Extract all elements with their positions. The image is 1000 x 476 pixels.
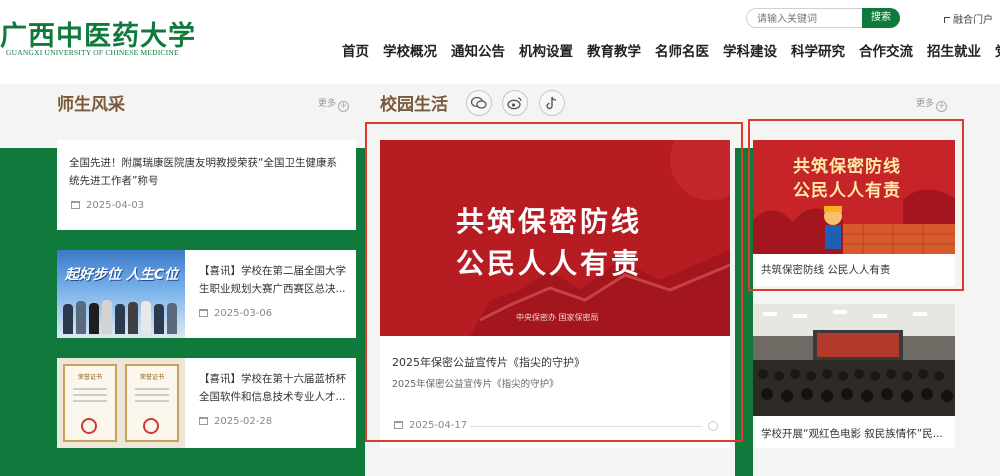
calendar-icon [199, 417, 208, 425]
nav-item-party[interactable]: 党建 [995, 40, 1000, 60]
portal-label: 融合门户 [953, 15, 993, 26]
logo-english: GUANGXI UNIVERSITY OF CHINESE MEDICINE [6, 48, 179, 57]
nav-item-home[interactable]: 首页 [342, 40, 369, 60]
search-button[interactable]: 搜索 [862, 8, 900, 28]
main-nav: 首页 学校概况 通知公告 机构设置 教育教学 名师名医 学科建设 科学研究 合作… [342, 40, 1000, 60]
news-card-title: 【喜讯】学校在第十六届蓝桥杯全国软件和信息技术专业人才... [199, 373, 346, 403]
calendar-icon [199, 309, 208, 317]
news-card-date: 2025-04-03 [71, 200, 144, 211]
auditorium-art [753, 304, 955, 416]
search-input[interactable] [746, 8, 864, 28]
nav-item-famous-teachers[interactable]: 名师名医 [655, 40, 709, 60]
nav-item-notices[interactable]: 通知公告 [451, 40, 505, 60]
tiktok-icon[interactable] [539, 90, 565, 116]
news-card-date-text: 2025-03-06 [214, 308, 273, 319]
nav-item-cooperation[interactable]: 合作交流 [859, 40, 913, 60]
certificate-left: 荣誉证书 [63, 364, 117, 442]
news-card[interactable]: 起好步位 人生C位 【喜讯】学校在第二届全国大学生职业规划大赛广西赛区总决...… [57, 250, 356, 338]
news-card-date: 2025-02-28 [199, 416, 272, 427]
side-news-card[interactable]: 学校开展“观红色电影 叙民族情怀”民... [753, 304, 955, 448]
nav-item-education[interactable]: 教育教学 [587, 40, 641, 60]
nav-item-disciplines[interactable]: 学科建设 [723, 40, 777, 60]
thumbnail-people [63, 298, 179, 334]
plus-icon: + [338, 101, 350, 112]
thumbnail-banner-text: 起好步位 人生C位 [65, 267, 179, 283]
portal-icon [944, 17, 950, 23]
news-card-date-text: 2025-04-03 [86, 200, 145, 211]
nav-item-overview[interactable]: 学校概况 [383, 40, 437, 60]
news-card-thumbnail[interactable]: 起好步位 人生C位 [57, 250, 185, 338]
nav-item-institutions[interactable]: 机构设置 [519, 40, 573, 60]
highlight-box-featured [365, 122, 743, 442]
nav-item-admissions[interactable]: 招生就业 [927, 40, 981, 60]
faculty-section-title: 师生风采 [57, 95, 125, 115]
side-news-thumbnail[interactable] [753, 304, 955, 416]
news-card[interactable]: 荣誉证书 荣誉证书 【喜讯】学校在第十六届蓝桥杯全国软件和信息技术专业人才...… [57, 358, 356, 448]
news-card-date: 2025-03-06 [199, 308, 272, 319]
highlight-box-side [748, 119, 964, 291]
certificate-right-title: 荣誉证书 [139, 374, 164, 381]
weibo-icon[interactable] [502, 90, 528, 116]
side-news-title: 学校开展“观红色电影 叙民族情怀”民... [761, 428, 943, 440]
news-card-title: 全国先进！附属瑞康医院唐友明教授荣获“全国卫生健康系统先进工作者”称号 [69, 157, 337, 187]
plus-icon: + [936, 101, 948, 112]
campus-more-label: 更多 [916, 99, 935, 109]
news-card[interactable]: 全国先进！附属瑞康医院唐友明教授荣获“全国卫生健康系统先进工作者”称号 2025… [57, 140, 356, 230]
portal-link[interactable]: 融合门户 [944, 11, 993, 26]
wechat-icon[interactable] [466, 90, 492, 116]
news-card-title: 【喜讯】学校在第二届全国大学生职业规划大赛广西赛区总决... [199, 265, 346, 295]
nav-item-research[interactable]: 科学研究 [791, 40, 845, 60]
certificate-right: 荣誉证书 [125, 364, 179, 442]
site-header: 广西中医药大学 GUANGXI UNIVERSITY OF CHINESE ME… [0, 0, 1000, 84]
news-card-date-text: 2025-02-28 [214, 416, 273, 427]
campus-more-link[interactable]: 更多 + [916, 96, 948, 112]
faculty-more-label: 更多 [318, 99, 337, 109]
calendar-icon [71, 201, 80, 209]
faculty-more-link[interactable]: 更多 + [318, 96, 350, 112]
news-card-thumbnail[interactable]: 荣誉证书 荣誉证书 [57, 358, 185, 448]
campus-section-title: 校园生活 [380, 95, 448, 115]
certificate-left-title: 荣誉证书 [77, 374, 102, 381]
